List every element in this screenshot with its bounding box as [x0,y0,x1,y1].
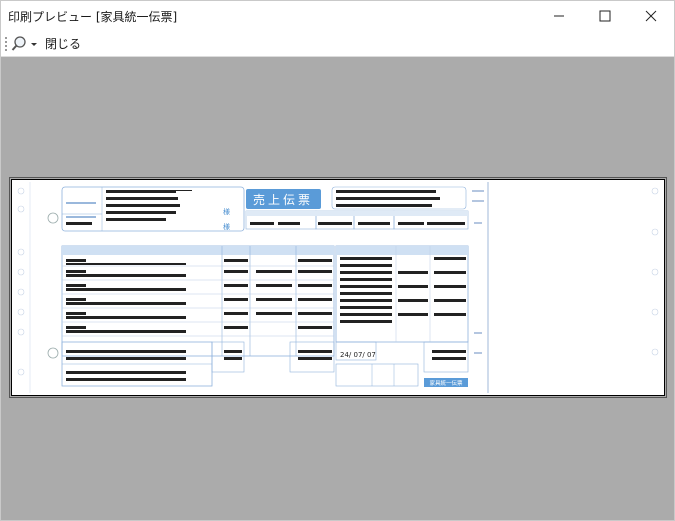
punch-hole [47,212,59,224]
zoom-button[interactable] [11,34,39,54]
close-icon [645,10,657,22]
toolbar: 閉じる [1,31,674,57]
print-preview-window: 印刷プレビュー [家具統一伝票] 閉じる 様 様 売上伝票 24/ 07/ 07… [0,0,675,521]
maximize-icon [599,10,611,22]
title-bar: 印刷プレビュー [家具統一伝票] [1,1,674,31]
preview-page: 様 様 売上伝票 24/ 07/ 07 家具統一伝票 [9,177,667,398]
close-preview-button[interactable]: 閉じる [42,35,84,53]
slip-date: 24/ 07/ 07 [340,351,376,359]
preview-area[interactable]: 様 様 売上伝票 24/ 07/ 07 家具統一伝票 [1,57,674,520]
sales-slip-form: 様 様 売上伝票 24/ 07/ 07 家具統一伝票 [14,182,662,393]
magnifier-icon [11,36,37,51]
window-title: 印刷プレビュー [家具統一伝票] [8,10,178,24]
sales-slip-drawing: 様 様 売上伝票 24/ 07/ 07 家具統一伝票 [17,182,659,393]
form-name-label: 家具統一伝票 [429,379,463,387]
maximize-button[interactable] [582,1,627,31]
items-table [61,245,335,357]
honorific-1: 様 [223,207,230,216]
toolbar-grip[interactable] [5,37,7,51]
close-window-button[interactable] [628,1,673,31]
chevron-down-icon [31,43,37,46]
honorific-2: 様 [223,222,230,231]
punch-hole [47,347,59,359]
minimize-icon [554,15,564,17]
slip-title: 売上伝票 [253,192,313,207]
minimize-button[interactable] [537,1,582,31]
